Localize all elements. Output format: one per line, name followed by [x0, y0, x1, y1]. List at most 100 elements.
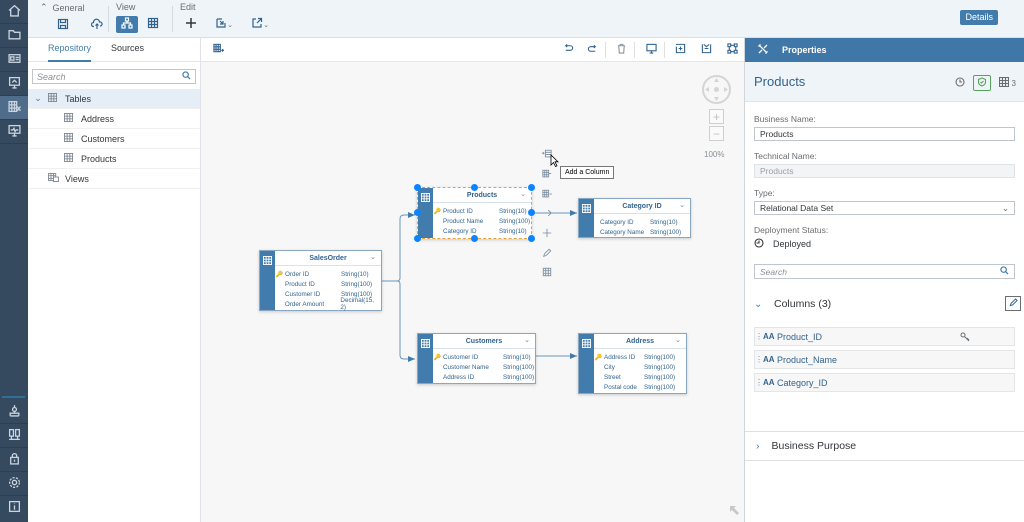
rail-connections[interactable]: [0, 424, 28, 448]
rail-security[interactable]: [0, 448, 28, 472]
tree-item-address[interactable]: Address: [28, 109, 200, 129]
chevron-down-icon[interactable]: ⌄: [679, 201, 685, 209]
network-icon: [8, 404, 21, 420]
rail-data-builder[interactable]: [0, 96, 28, 120]
add-association-button[interactable]: [541, 169, 553, 181]
hierarchy-icon: [121, 17, 133, 32]
table-view-button[interactable]: [142, 16, 164, 33]
save-button[interactable]: [52, 17, 74, 34]
diagram-canvas[interactable]: + − 100% SalesOrder ⌄ 🔑 Order ID String(10)…: [201, 38, 744, 522]
type-select[interactable]: Relational Data Set ⌄: [754, 201, 1015, 215]
columns-search-input[interactable]: Search: [754, 264, 1015, 279]
resize-handle[interactable]: [471, 184, 478, 191]
tab-sources[interactable]: Sources: [111, 38, 144, 62]
chevron-down-icon[interactable]: ⌄: [524, 336, 530, 344]
add-table-button[interactable]: [211, 43, 225, 57]
details-button[interactable]: Details: [960, 10, 998, 25]
minus-icon: −: [712, 126, 720, 141]
entity-products[interactable]: Products ⌄ 🔑 Product ID String(10) Product …: [417, 187, 532, 239]
entity-columns: 🔑 Customer ID String(10) Customer Name Stri…: [433, 349, 535, 382]
collapse-all-button[interactable]: [699, 43, 713, 57]
entity-address[interactable]: Address ⌄ 🔑 Address ID String(100) City Stri…: [578, 333, 687, 394]
object-title-bar: Products 3: [745, 62, 1024, 102]
rail-network[interactable]: [0, 400, 28, 424]
resize-handle[interactable]: [414, 235, 421, 242]
rail-files[interactable]: [0, 24, 28, 48]
add-table-relation-button[interactable]: [541, 189, 553, 201]
chevron-down-icon[interactable]: ⌄: [675, 336, 681, 344]
minimap-toggle-icon[interactable]: [729, 505, 740, 519]
undo-button[interactable]: [561, 43, 575, 57]
redo-button[interactable]: [585, 43, 599, 57]
diagram-view-button[interactable]: [116, 16, 138, 33]
tree-item-products[interactable]: Products: [28, 149, 200, 169]
resize-handle[interactable]: [528, 209, 535, 216]
columns-section-header[interactable]: ⌄ Columns (3): [745, 296, 1024, 312]
drag-handle-icon[interactable]: ⋮: [755, 378, 763, 387]
rail-info[interactable]: [0, 496, 28, 520]
add-button[interactable]: [180, 16, 202, 33]
preview-button[interactable]: [644, 43, 658, 57]
key-icon: [960, 332, 970, 344]
deploy-button[interactable]: [86, 17, 108, 34]
create-association-button[interactable]: [541, 208, 553, 220]
collapse-chevron-icon[interactable]: ⌄: [754, 299, 774, 310]
collapse-chevron-icon[interactable]: ⌃: [40, 2, 48, 13]
business-name-input[interactable]: Products: [754, 127, 1015, 141]
edit-group: Edit ⌄ ⌄: [180, 2, 274, 33]
canvas-toolbar: [201, 38, 744, 62]
tab-repository[interactable]: Repository: [48, 38, 92, 62]
settings-icon: [8, 476, 21, 492]
business-purpose-section[interactable]: › Business Purpose: [745, 431, 1024, 461]
pan-control[interactable]: [702, 75, 731, 104]
preview-data-button[interactable]: [541, 267, 553, 279]
clock-icon[interactable]: [954, 77, 965, 89]
import-button[interactable]: ⌄: [210, 16, 238, 33]
chevron-down-icon[interactable]: ⌄: [370, 253, 376, 261]
plus-icon: [185, 17, 197, 32]
repository-search-input[interactable]: Search: [32, 69, 196, 84]
edit-columns-button[interactable]: [1005, 296, 1021, 311]
search-icon[interactable]: [182, 71, 191, 82]
edit-button[interactable]: [541, 248, 553, 260]
tree-node-views[interactable]: Views: [28, 169, 200, 189]
drag-handle-icon[interactable]: ⋮: [755, 355, 763, 364]
tree-item-customers[interactable]: Customers: [28, 129, 200, 149]
export-button[interactable]: ⌄: [246, 16, 274, 33]
resize-handle[interactable]: [414, 209, 421, 216]
column-item[interactable]: ⋮ AA Product_ID: [754, 327, 1015, 346]
tree-node-tables[interactable]: ⌄ Tables: [28, 89, 200, 109]
rail-monitor[interactable]: [0, 120, 28, 144]
deployed-status-badge[interactable]: [972, 75, 991, 91]
delete-button[interactable]: [614, 43, 628, 57]
chevron-down-icon[interactable]: ⌄: [520, 190, 526, 198]
column-item[interactable]: ⋮ AA Category_ID: [754, 373, 1015, 392]
resize-handle[interactable]: [528, 235, 535, 242]
entity-salesorder[interactable]: SalesOrder ⌄ 🔑 Order ID String(10) Product …: [259, 250, 382, 311]
search-icon[interactable]: [1000, 266, 1009, 277]
rail-business-builder[interactable]: [0, 48, 28, 72]
monitor-icon: [7, 124, 21, 140]
expand-all-button[interactable]: [673, 43, 687, 57]
key-icon: 🔑: [433, 208, 441, 215]
expand-chevron-icon[interactable]: ⌄: [32, 93, 44, 104]
resize-handle[interactable]: [414, 184, 421, 191]
drag-handle-icon[interactable]: ⋮: [755, 332, 763, 341]
expand-chevron-icon[interactable]: ›: [756, 440, 760, 452]
monitor-icon: [645, 43, 657, 57]
entity-category[interactable]: Category ID ⌄ Category ID String(10) Categ…: [578, 198, 691, 238]
add-button[interactable]: [541, 228, 553, 240]
rail-stories[interactable]: [0, 72, 28, 96]
rail-home[interactable]: [0, 0, 28, 24]
entity-title: Address: [625, 337, 654, 345]
auto-layout-button[interactable]: [725, 43, 739, 57]
rail-settings[interactable]: [0, 472, 28, 496]
resize-handle[interactable]: [471, 235, 478, 242]
zoom-out-button[interactable]: −: [709, 126, 724, 141]
resize-handle[interactable]: [528, 184, 535, 191]
zoom-in-button[interactable]: +: [709, 109, 724, 124]
entity-column-row: Postal code String(100): [604, 383, 676, 391]
column-item[interactable]: ⋮ AA Product_Name: [754, 350, 1015, 369]
home-icon: [8, 4, 21, 20]
entity-customers[interactable]: Customers ⌄ 🔑 Customer ID String(10) Custom…: [417, 333, 536, 384]
